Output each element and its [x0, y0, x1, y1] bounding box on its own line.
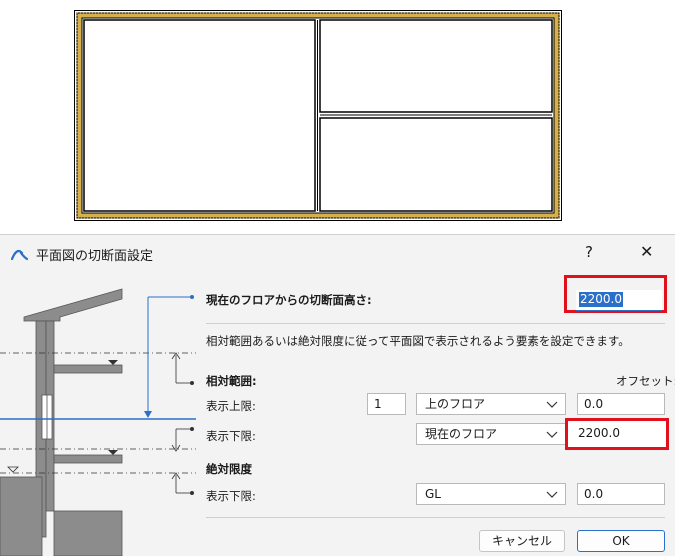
cut-height-input[interactable]: 2200.0 — [576, 290, 662, 311]
lower-limit-floor-value: 現在のフロア — [425, 427, 498, 441]
separator — [206, 323, 665, 324]
abs-lower-limit-select[interactable]: GL — [416, 483, 566, 505]
abs-lower-limit-offset-input[interactable]: 0.0 — [577, 483, 665, 505]
offset-header: オフセット: — [616, 374, 675, 388]
chevron-down-icon — [546, 431, 558, 438]
floor-plan-drawing — [74, 10, 562, 221]
abs-lower-limit-value: GL — [425, 487, 441, 501]
help-button[interactable]: ? — [585, 243, 593, 261]
lower-limit-offset-input[interactable]: 2200.0 — [578, 426, 620, 440]
upper-limit-floor-value: 上のフロア — [425, 397, 486, 411]
upper-limit-floor-count-input[interactable]: 1 — [367, 393, 406, 415]
archicad-logo-icon — [11, 249, 29, 261]
chevron-down-icon — [546, 491, 558, 498]
cut-plane-section-diagram — [0, 288, 196, 556]
absolute-limit-title: 絶対限度 — [206, 462, 252, 476]
description-text: 相対範囲あるいは絶対限度に従って平面図で表示されるよう要素を設定できます。 — [206, 334, 630, 348]
cut-height-label: 現在のフロアからの切断面高さ: — [206, 293, 372, 307]
ok-button[interactable]: OK — [577, 530, 665, 552]
cancel-button[interactable]: キャンセル — [479, 530, 565, 552]
chevron-down-icon — [546, 401, 558, 408]
cut-height-value: 2200.0 — [579, 292, 623, 307]
abs-lower-limit-label: 表示下限: — [206, 489, 256, 503]
relative-range-title: 相対範囲: — [206, 374, 257, 388]
lower-limit-floor-select[interactable]: 現在のフロア — [416, 423, 566, 445]
cut-plane-dialog: 平面図の切断面設定 ? ✕ 現在のフロアからの切断面高さ: 2200.0 相対範… — [0, 234, 675, 556]
dialog-title: 平面図の切断面設定 — [36, 249, 154, 264]
close-button[interactable]: ✕ — [640, 242, 653, 261]
upper-limit-offset-input[interactable]: 0.0 — [577, 393, 665, 415]
upper-limit-label: 表示上限: — [206, 399, 256, 413]
upper-limit-floor-select[interactable]: 上のフロア — [416, 393, 566, 415]
lower-limit-label: 表示下限: — [206, 429, 256, 443]
separator — [206, 517, 665, 518]
